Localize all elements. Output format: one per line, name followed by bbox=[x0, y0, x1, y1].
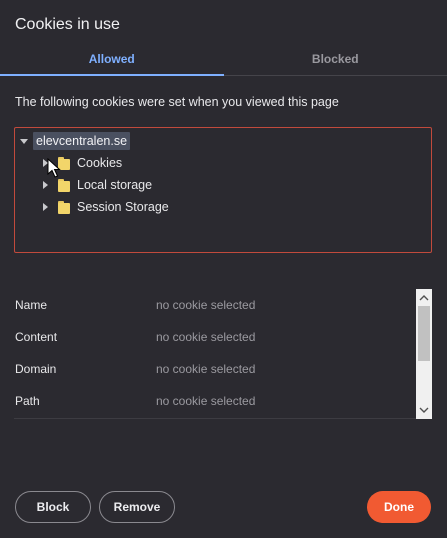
detail-key: Name bbox=[15, 298, 48, 312]
detail-value: no cookie selected bbox=[156, 394, 256, 408]
tree-node-local-storage[interactable]: Local storage bbox=[40, 175, 152, 195]
tree-root-node[interactable]: elevcentralen.se bbox=[19, 131, 131, 151]
detail-value: no cookie selected bbox=[156, 298, 256, 312]
cookie-tree[interactable]: elevcentralen.se Cookies Local storage S… bbox=[14, 127, 432, 253]
tab-allowed[interactable]: Allowed bbox=[0, 46, 224, 76]
detail-value: no cookie selected bbox=[156, 330, 256, 344]
cookies-dialog: Cookies in use Allowed Blocked The follo… bbox=[0, 0, 447, 538]
scrollbar-thumb[interactable] bbox=[418, 306, 430, 361]
tree-node-session-storage[interactable]: Session Storage bbox=[40, 197, 169, 217]
dialog-title: Cookies in use bbox=[15, 16, 120, 33]
tree-node-label: Session Storage bbox=[77, 200, 169, 214]
detail-value: no cookie selected bbox=[156, 362, 256, 376]
remove-button[interactable]: Remove bbox=[99, 491, 175, 523]
expand-down-icon[interactable] bbox=[19, 136, 29, 146]
block-button[interactable]: Block bbox=[15, 491, 91, 523]
detail-row-content: Content no cookie selected bbox=[14, 321, 414, 353]
tree-node-label: Local storage bbox=[77, 178, 153, 192]
folder-icon bbox=[58, 200, 70, 214]
tab-bar: Allowed Blocked bbox=[0, 46, 447, 76]
scroll-up-icon[interactable] bbox=[416, 291, 432, 305]
details-scrollbar[interactable] bbox=[416, 289, 432, 419]
detail-key: Content bbox=[15, 330, 58, 344]
detail-key: Path bbox=[15, 394, 40, 408]
done-button[interactable]: Done bbox=[367, 491, 431, 523]
folder-icon bbox=[58, 178, 70, 192]
detail-key: Domain bbox=[15, 362, 57, 376]
expand-right-icon[interactable] bbox=[40, 202, 50, 212]
detail-row-domain: Domain no cookie selected bbox=[14, 353, 414, 385]
tree-node-label: Cookies bbox=[77, 156, 123, 170]
detail-row-name: Name no cookie selected bbox=[14, 289, 414, 321]
tree-root-label[interactable]: elevcentralen.se bbox=[33, 132, 131, 150]
expand-right-icon[interactable] bbox=[40, 180, 50, 190]
tab-blocked[interactable]: Blocked bbox=[224, 46, 447, 75]
scroll-down-icon[interactable] bbox=[416, 403, 432, 417]
detail-row-path: Path no cookie selected bbox=[14, 385, 414, 417]
mouse-pointer-icon bbox=[47, 158, 61, 178]
cookie-details: Name no cookie selected Content no cooki… bbox=[14, 289, 432, 419]
description-text: The following cookies were set when you … bbox=[15, 95, 339, 109]
